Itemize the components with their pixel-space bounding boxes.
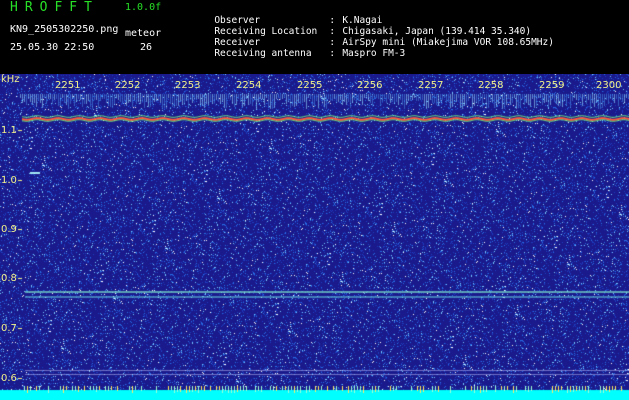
time-tick-label: 2252 [115,80,141,91]
meteor-label: meteor [125,28,162,39]
metadata-separator: : [329,15,336,26]
metadata-separator: : [329,48,336,59]
time-tick-label: 2253 [175,80,201,91]
time-tick-label: 2256 [357,80,383,91]
metadata-value: Maspro FM-3 [342,48,406,59]
freq-tick-label: 1.1 [1,125,17,136]
version-label: 1.0.0f [125,2,162,13]
metadata-value: Chigasaki, Japan (139.414 35.340) [342,26,532,37]
metadata-value: K.Nagai [342,15,383,26]
time-tick-label: 2254 [236,80,262,91]
freq-tick-label: 0.6 [1,373,17,384]
metadata-label: Observer [214,15,261,26]
freq-unit-label: kHz [1,74,20,85]
metadata-label: Receiver [214,37,261,48]
freq-tick-label: 0.7 [1,323,17,334]
metadata-separator: : [329,37,336,48]
metadata-panel: Observer: K.Nagai Receiving Location: Chig… [180,4,554,59]
freq-tick-label: 0.9 [1,224,17,235]
time-tick-label: 2258 [478,80,504,91]
app-name: HROFFT [10,0,99,15]
freq-tick-label: 0.8 [1,273,17,284]
metadata-label: Receiving Location [214,26,318,37]
header: HROFFT 1.0.0f KN9_2505302250.png meteor … [0,0,629,74]
time-tick-label: 2251 [55,80,81,91]
datetime-label: 25.05.30 22:50 [10,42,95,53]
meteor-count: 26 [140,42,153,53]
spectrogram-panel: kHz 2251 2252 2253 2254 2255 2256 2257 2258 2259… [0,74,629,400]
spectrogram-canvas [0,74,629,400]
time-tick-label: 2259 [539,80,565,91]
metadata-value: AirSpy mini (Miakejima VOR 108.65MHz) [342,37,554,48]
metadata-label: Receiving antenna [214,48,312,59]
time-tick-label: 2255 [297,80,323,91]
freq-tick-label: 1.0 [1,175,17,186]
time-tick-label: 2300 [596,80,622,91]
filename-label: KN9_2505302250.png [10,24,119,35]
metadata-row-observer: Observer: K.Nagai [180,4,554,26]
time-tick-label: 2257 [418,80,444,91]
metadata-separator: : [329,26,336,37]
